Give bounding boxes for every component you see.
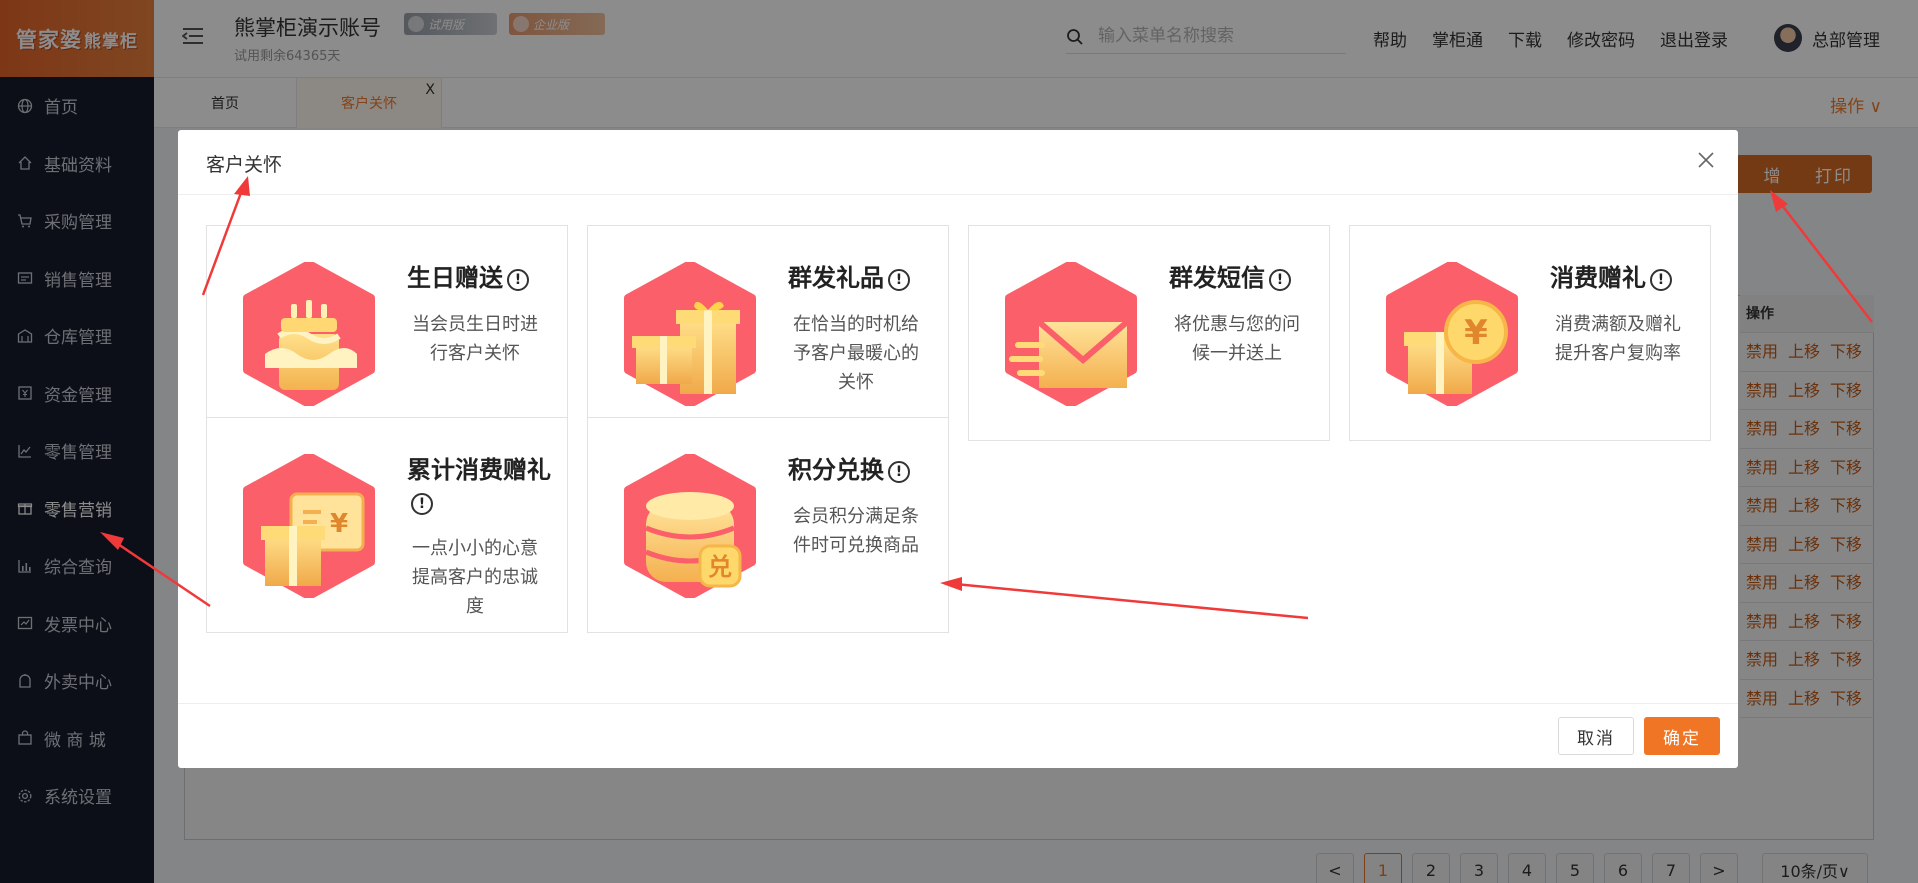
info-icon[interactable]: !	[1650, 269, 1672, 291]
gift-yuan-icon: ¥	[1386, 262, 1518, 406]
card-points-exchange[interactable]: 兑 积分兑换! 会员积分满足条件时可兑换商品	[587, 417, 949, 633]
svg-text:兑: 兑	[708, 553, 732, 581]
card-mass-sms[interactable]: 群发短信! 将优惠与您的问候一并送上	[968, 225, 1330, 441]
dialog-title: 客户关怀	[206, 154, 283, 176]
card-title: 群发礼品!	[788, 262, 938, 294]
card-title: 生日赠送!	[407, 262, 557, 294]
dialog-footer: 取消 确定	[178, 703, 1738, 768]
close-icon[interactable]	[1696, 150, 1716, 170]
info-icon[interactable]: !	[411, 493, 433, 515]
card-desc: 消费满额及赠礼提升客户复购率	[1555, 314, 1681, 364]
svg-text:¥: ¥	[330, 509, 348, 539]
card-mass-gift[interactable]: 群发礼品! 在恰当的时机给予客户最暖心的关怀	[587, 225, 949, 441]
card-desc: 当会员生日时进行客户关怀	[412, 314, 538, 364]
card-consume-gift[interactable]: ¥ 消费赠礼! 消费满额及赠礼提升客户复购率	[1349, 225, 1711, 441]
gift-box-icon	[624, 262, 756, 406]
card-accumulated-gift[interactable]: ¥ 累计消费赠礼! 一点小小的心意提高客户的忠诚度	[206, 417, 568, 633]
coin-stack-icon: 兑	[624, 454, 756, 598]
card-title: 群发短信!	[1169, 262, 1319, 294]
confirm-button[interactable]: 确定	[1644, 717, 1720, 755]
yuan-card-icon: ¥	[243, 454, 375, 598]
card-desc: 将优惠与您的问候一并送上	[1174, 314, 1300, 364]
info-icon[interactable]: !	[888, 269, 910, 291]
envelope-icon	[1005, 262, 1137, 406]
cancel-button[interactable]: 取消	[1558, 717, 1634, 755]
card-desc: 在恰当的时机给予客户最暖心的关怀	[793, 314, 919, 393]
dialog-header: 客户关怀	[178, 130, 1738, 195]
birthday-cake-icon	[243, 262, 375, 406]
card-birthday-gift[interactable]: 生日赠送! 当会员生日时进行客户关怀	[206, 225, 568, 441]
customer-care-dialog: 客户关怀 生日赠送! 当会员生日时进行客户关怀 群发礼品 ! 在恰当的时机给予客…	[178, 130, 1738, 768]
card-title: 积分兑换!	[788, 454, 938, 486]
card-desc: 会员积分满足条件时可兑换商品	[793, 506, 919, 556]
info-icon[interactable]: !	[888, 461, 910, 483]
card-title: 消费赠礼!	[1550, 262, 1700, 294]
info-icon[interactable]: !	[1269, 269, 1291, 291]
card-desc: 一点小小的心意提高客户的忠诚度	[412, 538, 538, 617]
card-title: 累计消费赠礼!	[407, 454, 557, 518]
info-icon[interactable]: !	[507, 269, 529, 291]
svg-text:¥: ¥	[1464, 313, 1488, 353]
